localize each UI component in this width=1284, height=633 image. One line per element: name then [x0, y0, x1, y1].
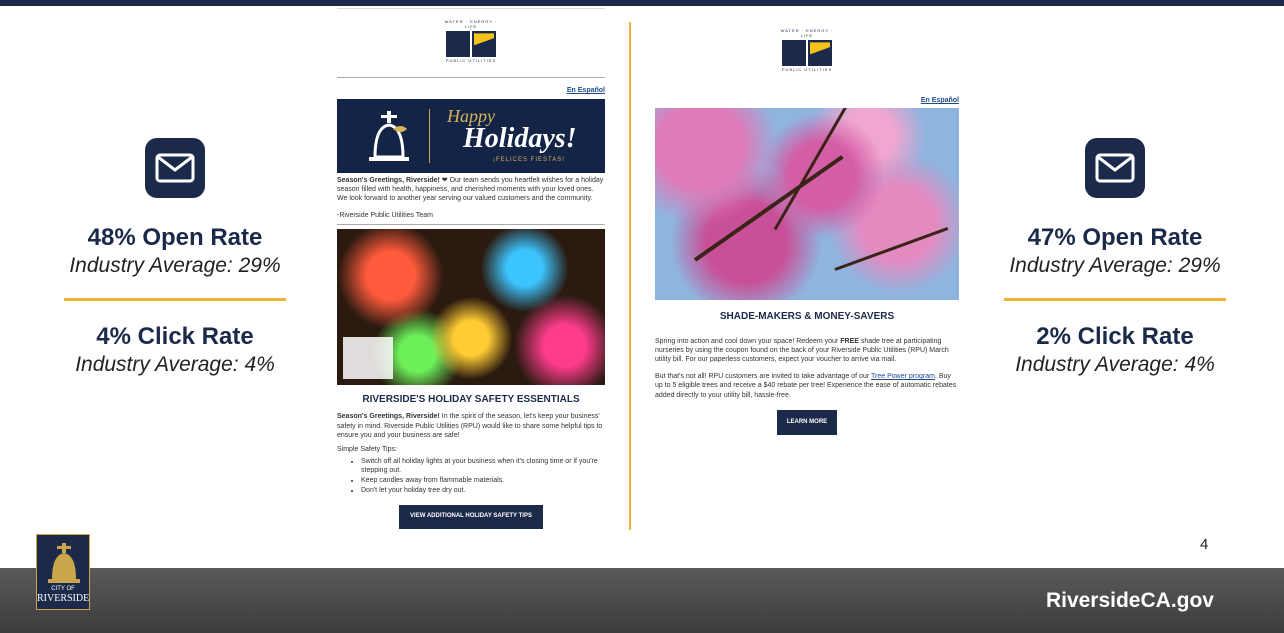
envelope-icon [145, 138, 205, 198]
para1-free: FREE [840, 338, 859, 346]
holiday-lights-photo [337, 229, 605, 386]
bell-logo-box [782, 40, 806, 67]
para2-a: But that's not all! RPU customers are in… [655, 373, 871, 381]
tree-paragraph-2: But that's not all! RPU customers are in… [655, 372, 959, 399]
rpu-logo: WATER · ENERGY · LIFE PUBLIC UTILITIES [441, 19, 501, 67]
email-divider [337, 224, 605, 226]
click-rate: 4% Click Rate [96, 323, 254, 350]
right-stats-panel: 47% Open Rate Industry Average: 29% 2% C… [980, 138, 1250, 377]
open-industry-average: Industry Average: 29% [1009, 254, 1221, 277]
bell-tower-icon [48, 543, 80, 583]
center-divider [629, 22, 631, 530]
stats-divider [1004, 298, 1226, 301]
learn-more-button[interactable]: LEARN MORE [777, 409, 837, 436]
holiday-heading: RIVERSIDE'S HOLIDAY SAFETY ESSENTIALS [362, 394, 580, 406]
branch [834, 227, 949, 272]
rpu-subtitle: PUBLIC UTILITIES [445, 58, 497, 64]
para1-a: Spring into action and cool down your sp… [655, 338, 841, 346]
banner-felices: ¡FELICES FIESTAS! [493, 157, 565, 164]
rpu-watermark-logo [343, 337, 393, 380]
espanol-link[interactable]: En Español [337, 86, 605, 95]
open-rate: 48% Open Rate [87, 224, 263, 251]
holiday-banner: Happy Holidays! ¡FELICES FIESTAS! [337, 99, 605, 174]
rpu-logo: WATER · ENERGY · LIFE PUBLIC UTILITIES [777, 28, 837, 76]
tips-list: Switch off all holiday lights at your bu… [361, 457, 605, 495]
branch [693, 155, 844, 262]
top-accent-bar [0, 0, 1284, 6]
tips-label: Simple Safety Tips: [337, 445, 397, 453]
logo-city-name: RIVERSIDE [37, 593, 90, 604]
list-item: Keep candles away from flammable materia… [361, 476, 605, 485]
email-top-rule [337, 8, 605, 9]
safety-tips-button[interactable]: VIEW ADDITIONAL HOLIDAY SAFETY TIPS [399, 505, 543, 530]
page-number: 4 [1200, 536, 1209, 553]
footer-bar: RiversideCA.gov [0, 568, 1284, 633]
branch [773, 108, 857, 231]
banner-holidays: Holidays! [463, 123, 577, 155]
rpu-subtitle: PUBLIC UTILITIES [781, 67, 833, 73]
espanol-link[interactable]: En Español [655, 96, 959, 105]
tree-heading: SHADE-MAKERS & MONEY-SAVERS [719, 311, 895, 323]
bell-icon [369, 111, 409, 162]
rpu-tagline: WATER · ENERGY · LIFE [780, 28, 834, 39]
logo-city-of: CITY OF [51, 586, 75, 592]
tree-power-link[interactable]: Tree Power program [871, 373, 935, 380]
holiday-email-preview: WATER · ENERGY · LIFE PUBLIC UTILITIES E… [337, 8, 605, 530]
stats-divider [64, 298, 286, 301]
click-rate: 2% Click Rate [1036, 323, 1194, 350]
lightning-logo-box [472, 31, 496, 58]
greeting-paragraph: Season's Greetings, Riverside! ❤ Our tea… [337, 176, 605, 203]
click-industry-average: Industry Average: 4% [1015, 353, 1215, 376]
open-rate: 47% Open Rate [1027, 224, 1203, 251]
site-url[interactable]: RiversideCA.gov [1046, 589, 1214, 613]
list-item: Don't let your holiday tree dry out. [361, 486, 605, 495]
city-of-riverside-logo: CITY OF RIVERSIDE [36, 534, 90, 610]
blossom-tree-photo [655, 108, 959, 301]
open-industry-average: Industry Average: 29% [69, 254, 281, 277]
bell-logo-box [446, 31, 470, 58]
tree-paragraph-1: Spring into action and cool down your sp… [655, 337, 959, 364]
body-lead: Season's Greetings, Riverside! [337, 413, 440, 421]
rpu-tagline: WATER · ENERGY · LIFE [444, 19, 498, 30]
banner-separator [429, 109, 430, 164]
list-item: Switch off all holiday lights at your bu… [361, 457, 605, 475]
signoff: -Riverside Public Utilities Team [337, 212, 433, 220]
greeting-lead: Season's Greetings, Riverside! [337, 177, 440, 185]
safety-paragraph: Season's Greetings, Riverside! In the sp… [337, 412, 605, 439]
lightning-logo-box [808, 40, 832, 67]
email-divider [337, 77, 605, 78]
envelope-icon [1085, 138, 1145, 198]
click-industry-average: Industry Average: 4% [75, 353, 275, 376]
tree-email-preview: WATER · ENERGY · LIFE PUBLIC UTILITIES E… [655, 28, 959, 436]
left-stats-panel: 48% Open Rate Industry Average: 29% 4% C… [40, 138, 310, 377]
